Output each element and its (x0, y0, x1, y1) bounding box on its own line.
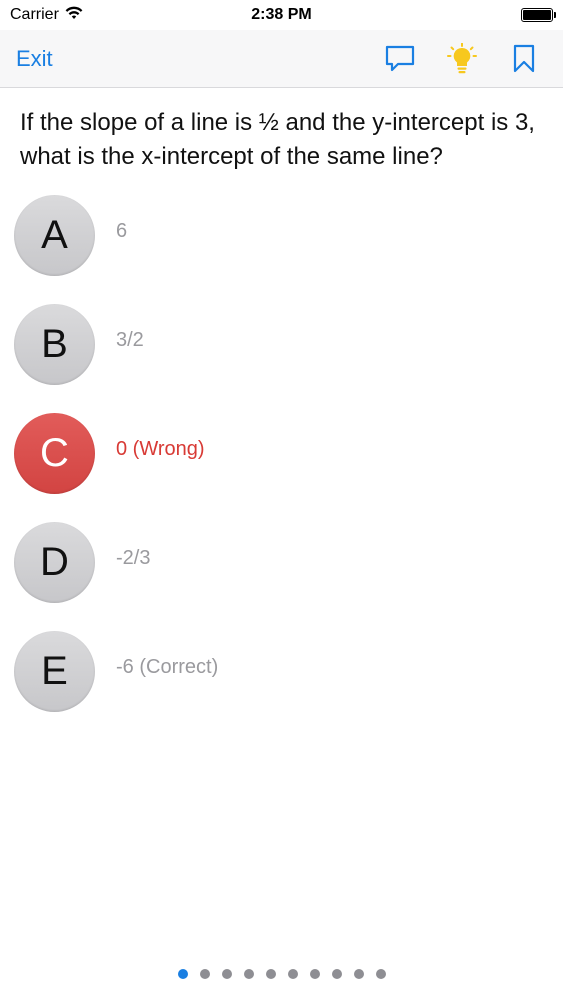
comment-icon[interactable] (383, 42, 417, 76)
answer-option-c[interactable]: C 0 (Wrong) (14, 413, 549, 522)
answer-option-e[interactable]: E -6 (Correct) (14, 631, 549, 740)
answer-text: -2/3 (116, 547, 151, 569)
status-left: Carrier (10, 6, 83, 25)
exit-button[interactable]: Exit (16, 46, 53, 72)
answer-letter-circle[interactable]: D (14, 522, 95, 603)
page-dot[interactable] (221, 969, 232, 979)
page-dot[interactable] (375, 969, 386, 979)
answer-letter-circle[interactable]: C (14, 413, 95, 494)
answer-option-b[interactable]: B 3/2 (14, 304, 549, 413)
answer-text: 0 (Wrong) (116, 438, 205, 460)
page-dot[interactable] (353, 969, 364, 979)
battery-icon (521, 8, 556, 22)
carrier-label: Carrier (10, 6, 59, 23)
page-dot[interactable] (309, 969, 320, 979)
page-dot[interactable] (331, 969, 342, 979)
wifi-icon (65, 6, 83, 25)
page-indicator[interactable] (0, 969, 563, 979)
answer-letter-circle[interactable]: A (14, 195, 95, 276)
question-text: If the slope of a line is ½ and the y-in… (20, 109, 535, 170)
battery-level (523, 10, 551, 20)
answer-letter-circle[interactable]: E (14, 631, 95, 712)
page-dot[interactable] (177, 969, 188, 979)
answer-letter-circle[interactable]: B (14, 304, 95, 385)
page-dot[interactable] (287, 969, 298, 979)
answer-option-d[interactable]: D -2/3 (14, 522, 549, 631)
status-bar: Carrier 2:38 PM (0, 0, 563, 30)
quiz-screen: Carrier 2:38 PM Exit If the slope of a l… (0, 0, 563, 1000)
page-dot[interactable] (199, 969, 210, 979)
bookmark-icon[interactable] (507, 42, 541, 76)
page-dot[interactable] (243, 969, 254, 979)
navigation-bar: Exit (0, 30, 563, 88)
page-dot[interactable] (265, 969, 276, 979)
answer-option-a[interactable]: A 6 (14, 195, 549, 304)
lightbulb-icon[interactable] (445, 42, 479, 76)
answer-text: 3/2 (116, 329, 144, 351)
answer-text: -6 (Correct) (116, 656, 219, 678)
answer-list: A 6 B 3/2 C 0 (Wrong) D -2/3 E -6 (Corre… (14, 195, 549, 740)
nav-actions (383, 42, 541, 76)
answer-text: 6 (116, 220, 128, 242)
status-time: 2:38 PM (251, 6, 312, 23)
